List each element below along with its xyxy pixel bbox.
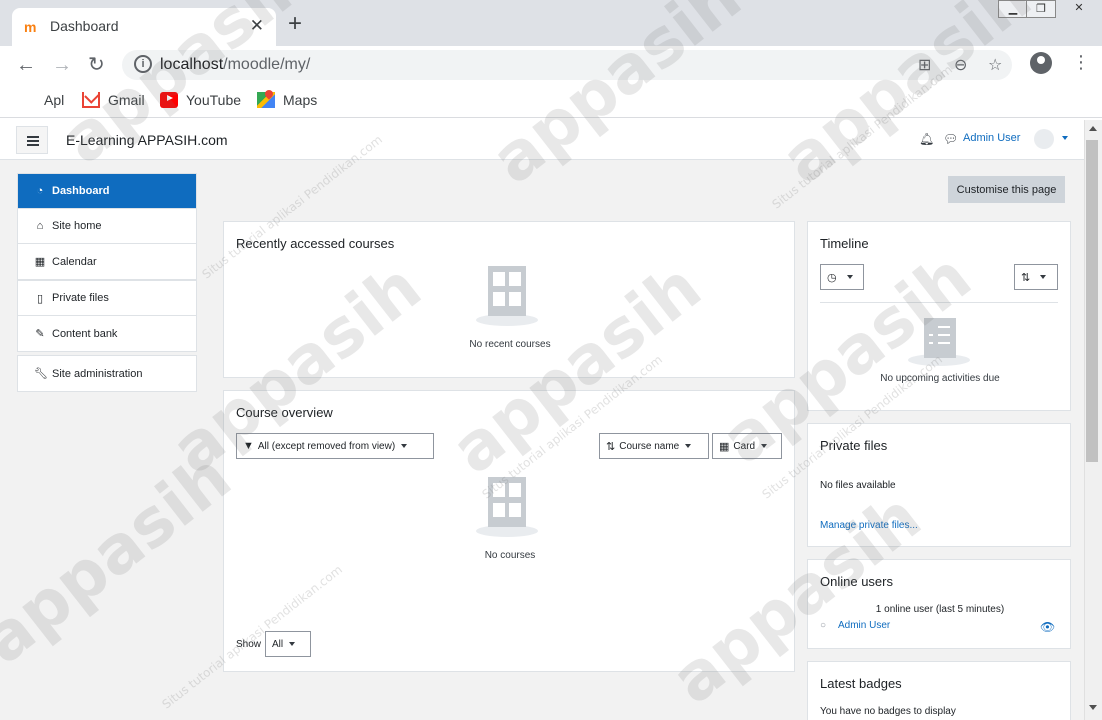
dashboard-icon: ◔ — [36, 185, 44, 197]
latest-badges-block: Latest badges You have no badges to disp… — [807, 661, 1071, 720]
browser-tab-strip: m Dashboard ✕ + ▁ ❐ ✕ — [0, 0, 1102, 46]
timeline-block: Timeline ◷ ⇅ No upcoming activities due — [807, 221, 1071, 411]
sort-icon: ⇅ — [1021, 271, 1031, 284]
block-title: Timeline — [820, 236, 869, 251]
user-icon: ○ — [820, 620, 827, 631]
bookmark-apl[interactable]: Apl — [18, 92, 64, 108]
close-tab-icon[interactable]: ✕ — [250, 16, 264, 36]
block-title: Online users — [820, 574, 893, 589]
site-title[interactable]: E-Learning APPASIH.com — [66, 132, 228, 148]
minimize-window-button[interactable]: ▁ — [998, 0, 1028, 18]
customise-page-button[interactable]: Customise this page — [948, 176, 1065, 203]
moodle-favicon-icon: m — [24, 19, 37, 35]
empty-message: You have no badges to display — [820, 706, 956, 717]
user-menu-name[interactable]: Admin User — [963, 132, 1020, 144]
address-bar[interactable]: i localhost/moodle/my/ ⊞ ⊖ ☆ — [122, 50, 1012, 80]
recent-courses-block: Recently accessed courses No recent cour… — [223, 221, 795, 378]
eye-icon[interactable]: 👁︎ — [1040, 620, 1055, 634]
scroll-up-arrow-icon[interactable] — [1089, 126, 1097, 131]
url-text: localhost/moodle/my/ — [160, 56, 311, 73]
bookmark-maps[interactable]: Maps — [257, 92, 317, 108]
profile-avatar-icon[interactable] — [1030, 52, 1052, 74]
new-tab-button[interactable]: + — [288, 12, 302, 36]
manage-private-files-link[interactable]: Manage private files... — [820, 520, 918, 531]
divider — [820, 302, 1058, 303]
maps-icon — [257, 92, 275, 108]
bookmark-youtube[interactable]: YouTube — [160, 92, 241, 108]
tab-title: Dashboard — [50, 18, 119, 34]
drawer-toggle-button[interactable] — [16, 126, 48, 154]
grid-icon: ▦ — [719, 440, 730, 453]
block-title: Private files — [820, 438, 888, 453]
forward-button[interactable]: → — [52, 52, 72, 78]
nav-drawer-main: ◔ Dashboard ⌂ Site home ▦ Calendar — [17, 173, 197, 280]
messages-icon[interactable]: 💬︎ — [943, 132, 958, 146]
sort-icon: ⇅ — [606, 440, 616, 453]
translate-icon[interactable]: ⊞ — [918, 55, 931, 75]
nav-drawer-files: ▯ Private files ✎ Content bank — [17, 280, 197, 352]
site-info-icon[interactable]: i — [134, 55, 152, 73]
online-user-link[interactable]: Admin User — [838, 620, 890, 631]
browser-tab-dashboard[interactable]: m Dashboard ✕ — [12, 8, 276, 46]
course-overview-block: Course overview ▼ All (except removed fro… — [223, 390, 795, 672]
restore-window-button[interactable]: ❐ — [1026, 0, 1056, 18]
timeline-sort-dropdown[interactable]: ⇅ — [1014, 264, 1058, 290]
nav-item-site-administration[interactable]: 🔧︎ Site administration — [18, 356, 196, 391]
private-files-block: Private files No files available Manage … — [807, 423, 1071, 547]
gmail-icon — [82, 92, 100, 108]
paint-brush-icon: ✎ — [35, 328, 45, 340]
nav-item-site-home[interactable]: ⌂ Site home — [18, 209, 196, 244]
wrench-icon: 🔧︎ — [34, 368, 48, 380]
block-title: Recently accessed courses — [236, 236, 395, 251]
filter-icon: ▼ — [243, 440, 254, 452]
empty-courses-icon — [476, 477, 538, 539]
empty-message: No recent courses — [469, 339, 551, 350]
nav-item-dashboard[interactable]: ◔ Dashboard — [18, 174, 196, 209]
grouping-filter-dropdown[interactable]: ▼ All (except removed from view) — [236, 433, 434, 459]
empty-message: No courses — [484, 550, 536, 561]
close-window-button[interactable]: ✕ — [1056, 0, 1102, 18]
bookmark-gmail[interactable]: Gmail — [82, 92, 145, 108]
user-menu-caret-icon[interactable] — [1062, 136, 1068, 140]
block-title: Latest badges — [820, 676, 902, 691]
sort-dropdown[interactable]: ⇅ Course name — [599, 433, 709, 459]
clock-icon: ◷ — [827, 271, 837, 284]
scroll-down-arrow-icon[interactable] — [1089, 705, 1097, 710]
paging-dropdown[interactable]: All — [265, 631, 311, 657]
youtube-icon — [160, 92, 178, 108]
home-icon: ⌂ — [36, 220, 44, 232]
empty-activities-icon — [908, 318, 970, 380]
user-avatar[interactable] — [1034, 129, 1054, 149]
block-title: Course overview — [236, 405, 333, 420]
empty-message: No files available — [820, 480, 896, 491]
empty-courses-icon — [476, 266, 538, 328]
calendar-icon: ▦ — [34, 256, 46, 268]
nav-item-private-files[interactable]: ▯ Private files — [18, 281, 196, 316]
online-users-summary: 1 online user (last 5 minutes) — [875, 604, 1005, 615]
notification-bell-icon[interactable]: 🔔︎ — [919, 132, 934, 146]
nav-item-calendar[interactable]: ▦ Calendar — [18, 244, 196, 279]
scrollbar-thumb[interactable] — [1086, 140, 1098, 462]
timeline-day-filter-dropdown[interactable]: ◷ — [820, 264, 864, 290]
nav-drawer-admin: 🔧︎ Site administration — [17, 355, 197, 392]
empty-message: No upcoming activities due — [880, 373, 1000, 384]
browser-menu-icon[interactable]: ⋮ — [1072, 52, 1090, 73]
bookmarks-bar: Apl Gmail YouTube Maps — [0, 84, 1102, 118]
bookmark-star-icon[interactable]: ☆ — [988, 55, 1002, 75]
moodle-navbar: E-Learning APPASIH.com 🔔︎ 💬︎ Admin User — [0, 120, 1084, 160]
show-label: Show — [236, 639, 262, 650]
zoom-icon[interactable]: ⊖ — [954, 55, 967, 75]
view-dropdown[interactable]: ▦ Card — [712, 433, 782, 459]
online-users-block: Online users 1 online user (last 5 minut… — [807, 559, 1071, 649]
browser-toolbar: ← → ↻ i localhost/moodle/my/ ⊞ ⊖ ☆ ⋮ — [0, 46, 1102, 84]
back-button[interactable]: ← — [16, 52, 36, 78]
nav-item-content-bank[interactable]: ✎ Content bank — [18, 316, 196, 351]
apps-grid-icon — [18, 92, 36, 108]
file-icon: ▯ — [36, 292, 44, 305]
reload-button[interactable]: ↻ — [88, 52, 105, 78]
